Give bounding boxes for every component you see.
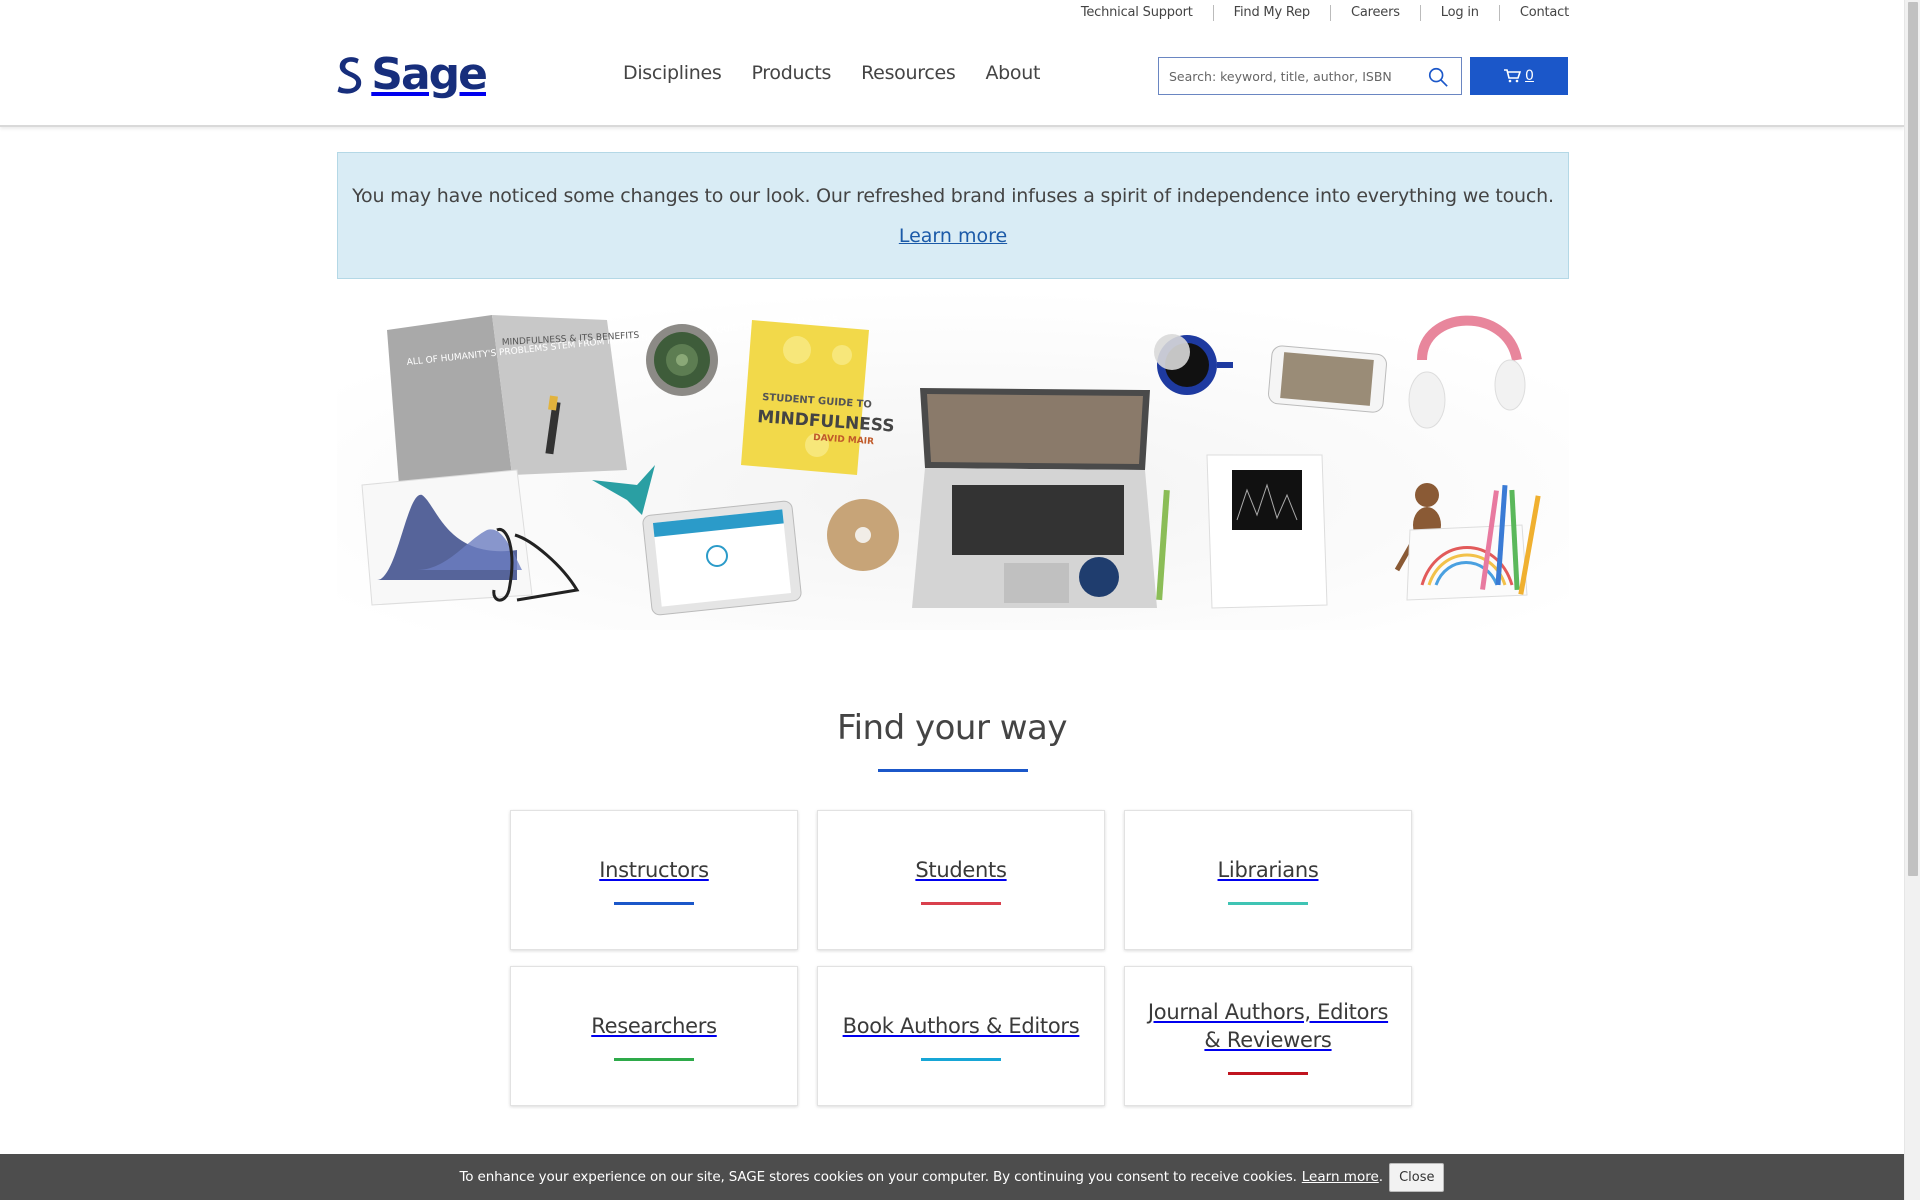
card-label: Students <box>915 857 1007 882</box>
careers-link[interactable]: Careers <box>1329 5 1420 21</box>
cart-button[interactable]: 0 <box>1470 57 1568 95</box>
logo-wordmark: Sage <box>371 49 488 100</box>
search-input[interactable] <box>1159 58 1419 94</box>
cookie-learn-more-link[interactable]: Learn more <box>1302 1169 1379 1185</box>
cart-count: 0 <box>1525 68 1534 84</box>
nav-disciplines[interactable]: Disciplines <box>623 62 722 84</box>
tablet <box>642 500 802 616</box>
hero-image: ALL OF HUMANITY'S PROBLEMS STEM FROM MAN… <box>337 290 1569 630</box>
sage-s-mark-icon <box>337 57 362 94</box>
card-instructors[interactable]: Instructors <box>510 810 798 950</box>
card-librarians[interactable]: Librarians <box>1124 810 1412 950</box>
technical-support-link[interactable]: Technical Support <box>1081 5 1213 21</box>
site-header: Technical Support Find My Rep Careers Lo… <box>0 0 1904 127</box>
card-accent-bar <box>1228 901 1308 905</box>
find-my-rep-link[interactable]: Find My Rep <box>1212 5 1330 21</box>
banner-learn-more-link[interactable]: Learn more <box>899 225 1007 247</box>
search-icon[interactable] <box>1427 66 1449 88</box>
banner-message: You may have noticed some changes to our… <box>352 185 1554 207</box>
cookie-close-button[interactable]: Close <box>1389 1162 1445 1192</box>
heading-underline <box>878 769 1028 772</box>
card-accent-bar <box>921 901 1001 905</box>
card-accent-bar <box>1228 1071 1308 1075</box>
card-accent-bar <box>614 901 694 905</box>
utility-nav: Technical Support Find My Rep Careers Lo… <box>1081 4 1569 22</box>
main-nav: Disciplines Products Resources About <box>623 62 1070 84</box>
nav-resources[interactable]: Resources <box>861 62 956 84</box>
laptop <box>912 388 1157 608</box>
research-paper <box>1206 454 1328 609</box>
bagel <box>827 499 899 571</box>
cart-icon <box>1504 69 1522 83</box>
card-label: Instructors <box>599 857 709 882</box>
card-label: Book Authors & Editors <box>842 1013 1080 1038</box>
nav-products[interactable]: Products <box>751 62 831 84</box>
login-link[interactable]: Log in <box>1419 5 1499 21</box>
card-label: Journal Authors, Editors & Reviewers <box>1147 999 1389 1052</box>
card-researchers[interactable]: Researchers <box>510 966 798 1106</box>
brand-notice-banner: You may have noticed some changes to our… <box>337 152 1569 279</box>
cookie-consent-bar: To enhance your experience on our site, … <box>0 1154 1904 1200</box>
childs-drawing <box>1406 524 1528 601</box>
succulent-plant <box>646 324 718 396</box>
cookie-message: To enhance your experience on our site, … <box>459 1169 1297 1185</box>
page-scrollbar[interactable] <box>1904 0 1920 1200</box>
smartphone <box>1268 345 1387 413</box>
card-accent-bar <box>614 1057 694 1061</box>
card-accent-bar <box>921 1057 1001 1061</box>
search-box <box>1158 57 1462 95</box>
page: Technical Support Find My Rep Careers Lo… <box>0 0 1904 1200</box>
contact-link[interactable]: Contact <box>1498 5 1569 21</box>
card-book-authors-editors[interactable]: Book Authors & Editors <box>817 966 1105 1106</box>
scrollbar-thumb[interactable] <box>1908 2 1918 876</box>
find-your-way-heading: Find your way <box>837 708 1068 748</box>
card-label: Librarians <box>1217 857 1319 882</box>
sage-logo[interactable]: Sage <box>336 48 488 102</box>
card-students[interactable]: Students <box>817 810 1105 950</box>
card-journal-authors-editors-reviewers[interactable]: Journal Authors, Editors & Reviewers <box>1124 966 1412 1106</box>
card-label: Researchers <box>591 1013 717 1038</box>
nav-about[interactable]: About <box>985 62 1040 84</box>
